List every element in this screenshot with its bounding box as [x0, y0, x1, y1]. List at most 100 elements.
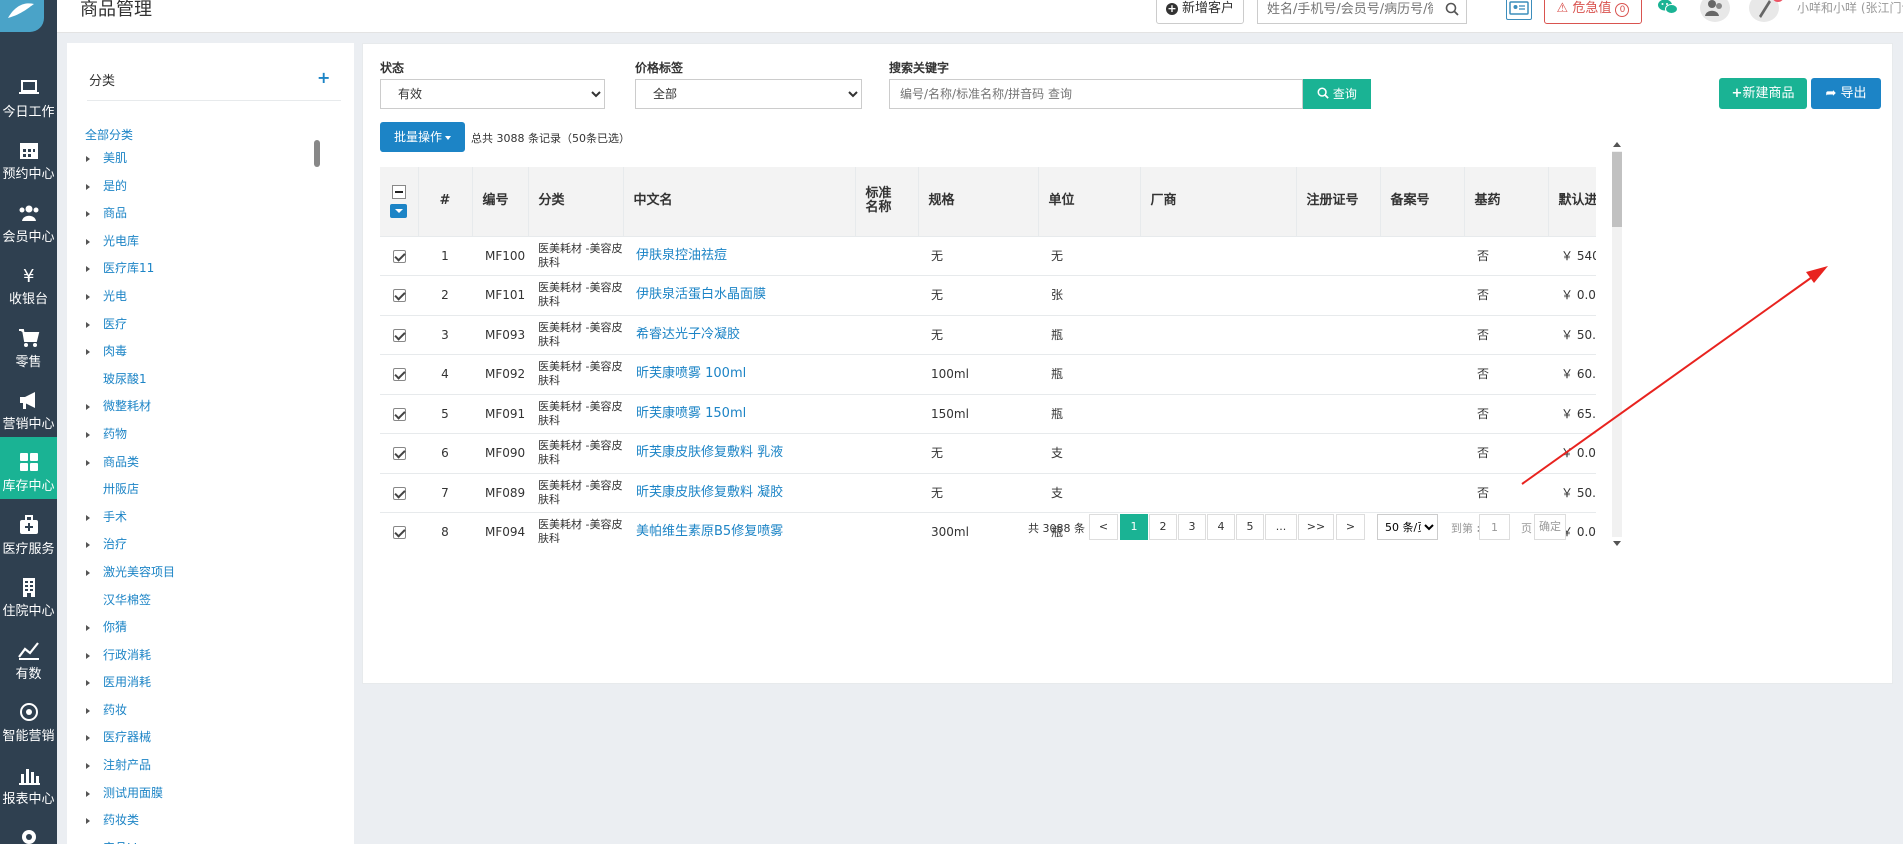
category-item[interactable]: 药妆类	[85, 807, 325, 835]
user-avatar[interactable]	[1749, 0, 1784, 22]
page-button[interactable]: 5	[1236, 514, 1264, 540]
caret-right-icon[interactable]	[86, 514, 90, 521]
caret-right-icon[interactable]	[86, 293, 90, 300]
category-item[interactable]: 卅阪店	[85, 476, 325, 504]
category-item[interactable]: 肉毒	[85, 338, 325, 366]
page-button[interactable]: 1	[1120, 514, 1148, 540]
category-item[interactable]: 光电	[85, 283, 325, 311]
caret-right-icon[interactable]	[86, 349, 90, 356]
batch-operation-button[interactable]: 批量操作	[380, 122, 465, 152]
page-button[interactable]: 2	[1149, 514, 1177, 540]
nav-item-calendar[interactable]: 预约中心	[0, 125, 57, 187]
status-select[interactable]: 有效	[380, 79, 605, 109]
category-all[interactable]: 全部分类	[85, 125, 325, 145]
category-item[interactable]: 是的	[85, 173, 325, 201]
page-size-select[interactable]: 50 条/页	[1377, 514, 1438, 540]
category-item[interactable]: 汉华棉签	[85, 587, 325, 615]
scroll-up-icon[interactable]	[1613, 142, 1621, 147]
category-item[interactable]: 医疗器械	[85, 724, 325, 752]
caret-right-icon[interactable]	[86, 625, 90, 632]
category-item[interactable]: 医用消耗	[85, 669, 325, 697]
next-page-button[interactable]: >	[1336, 514, 1365, 540]
nav-item-gear[interactable]	[0, 812, 57, 844]
new-product-button[interactable]: +新建商品	[1719, 78, 1807, 109]
page-button[interactable]: 4	[1207, 514, 1235, 540]
row-select-cell[interactable]	[380, 472, 418, 513]
caret-right-icon[interactable]	[86, 266, 90, 273]
caret-right-icon[interactable]	[86, 735, 90, 742]
row-product-name[interactable]: 昕芙康喷雾 150ml	[623, 393, 855, 434]
page-button[interactable]: >>	[1298, 514, 1334, 540]
row-product-name[interactable]: 昕芙康皮肤修复敷料 乳液	[623, 433, 855, 473]
page-button[interactable]: ...	[1265, 514, 1297, 540]
caret-right-icon[interactable]	[86, 680, 90, 687]
page-button[interactable]: 3	[1178, 514, 1206, 540]
category-item[interactable]: 商品类	[85, 449, 325, 477]
scroll-thumb[interactable]	[1612, 152, 1622, 227]
caret-right-icon[interactable]	[86, 156, 90, 162]
row-product-name[interactable]: 伊肤泉控油祛痘	[623, 235, 855, 276]
category-item[interactable]: 美肌	[85, 145, 325, 173]
caret-right-icon[interactable]	[86, 790, 90, 797]
select-all-checkbox[interactable]	[391, 184, 406, 199]
category-item[interactable]: 你猜	[85, 614, 325, 642]
category-scrollbar[interactable]	[314, 140, 320, 167]
danger-value-button[interactable]: ⚠ 危急值 0	[1544, 0, 1642, 24]
nav-item-cart[interactable]: 零售	[0, 313, 57, 375]
category-item[interactable]: 激光美容项目	[85, 559, 325, 587]
query-button[interactable]: 查询	[1303, 79, 1371, 109]
row-select-cell[interactable]	[380, 275, 418, 315]
row-checkbox[interactable]	[392, 526, 406, 540]
row-checkbox[interactable]	[392, 289, 406, 303]
caret-right-icon[interactable]	[86, 818, 90, 825]
caret-right-icon[interactable]	[86, 238, 90, 245]
row-checkbox[interactable]	[392, 486, 406, 500]
search-icon[interactable]	[1445, 2, 1459, 16]
caret-right-icon[interactable]	[86, 431, 90, 438]
caret-right-icon[interactable]	[86, 763, 90, 770]
new-customer-button[interactable]: + 新增客户	[1156, 0, 1244, 24]
row-checkbox[interactable]	[392, 368, 406, 382]
goto-confirm-button[interactable]: 确定	[1534, 514, 1566, 540]
nav-item-building[interactable]: 住院中心	[0, 562, 57, 624]
member-card-icon[interactable]	[1506, 0, 1532, 20]
nav-item-yen[interactable]: ¥ 收银台	[0, 250, 57, 312]
nav-item-line-chart[interactable]: 有数	[0, 625, 57, 687]
caret-right-icon[interactable]	[86, 652, 90, 659]
nav-item-grid[interactable]: 库存中心	[0, 437, 57, 499]
category-item[interactable]: 测试用面膜	[85, 780, 325, 808]
export-button[interactable]: ➦ 导出	[1811, 78, 1881, 109]
nav-item-megaphone[interactable]: 营销中心	[0, 375, 57, 437]
category-item[interactable]: 医疗	[85, 311, 325, 339]
category-item[interactable]: 手术	[85, 504, 325, 532]
row-product-name[interactable]: 美帕维生素原B5修复喷雾	[623, 512, 855, 543]
keyword-input[interactable]	[889, 79, 1303, 109]
caret-right-icon[interactable]	[86, 211, 90, 218]
caret-right-icon[interactable]	[86, 459, 90, 466]
scroll-down-icon[interactable]	[1613, 541, 1621, 546]
global-search-input[interactable]	[1258, 0, 1433, 23]
row-select-cell[interactable]	[380, 433, 418, 473]
row-product-name[interactable]: 伊肤泉活蛋白水晶面膜	[623, 275, 855, 315]
row-select-cell[interactable]	[380, 235, 418, 276]
caret-right-icon[interactable]	[86, 183, 90, 190]
category-item[interactable]: 行政消耗	[85, 642, 325, 670]
nav-item-bar-chart[interactable]: 报表中心	[0, 750, 57, 812]
category-item[interactable]: 药物	[85, 421, 325, 449]
row-product-name[interactable]: 昕芙康喷雾 100ml	[623, 354, 855, 394]
row-checkbox[interactable]	[392, 249, 406, 263]
category-item[interactable]: 药妆	[85, 697, 325, 725]
category-item[interactable]: 商品	[85, 200, 325, 228]
category-item[interactable]: 光电库	[85, 228, 325, 256]
row-product-name[interactable]: 希睿达光子冷凝胶	[623, 314, 855, 355]
row-checkbox[interactable]	[392, 407, 406, 421]
caret-right-icon[interactable]	[86, 707, 90, 714]
select-all-header[interactable]	[380, 167, 419, 236]
row-product-name[interactable]: 昕芙康皮肤修复敷料 凝胶	[623, 472, 855, 513]
add-category-button[interactable]: +	[317, 68, 330, 87]
nav-item-laptop[interactable]: 今日工作	[0, 63, 57, 125]
staff-icon[interactable]	[1700, 0, 1730, 22]
row-select-cell[interactable]	[380, 354, 418, 394]
row-select-cell[interactable]	[380, 393, 418, 434]
wechat-icon[interactable]	[1657, 0, 1679, 19]
